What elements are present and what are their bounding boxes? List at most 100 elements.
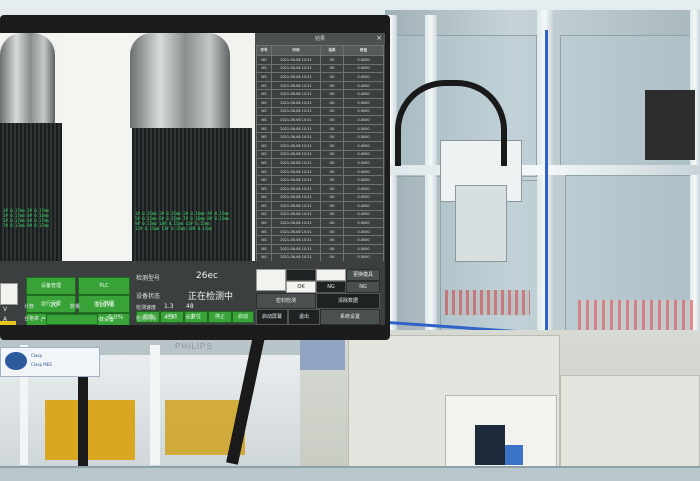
bottom-frame [0,466,700,481]
column-header: 时间 [271,45,321,56]
table-row[interactable]: NG2021-06-08 10:21OK0.0000 [256,140,384,151]
table-cell: 2021-06-08 10:21 [271,55,321,65]
table-row[interactable]: NG2021-06-08 10:21OK0.0000 [256,123,384,134]
column-header: 序号 [256,45,272,56]
table-row[interactable]: NG2021-06-08 10:21OK0.0000 [256,149,384,160]
grid-button[interactable]: NG [316,281,346,293]
detect-model-value: 26ec [196,271,218,281]
table-cell: 2021-06-08 10:21 [271,149,321,160]
table-row[interactable]: NG2021-06-08 10:21OK0.0000 [256,63,384,74]
grid-button[interactable] [286,269,316,281]
table-cell: 2021-06-08 10:21 [271,123,321,134]
table-row[interactable]: NG2021-06-08 10:21OK0.0000 [256,132,384,142]
change-mold-button[interactable]: 更换模具 [346,269,380,281]
table-cell: OK [320,166,344,177]
table-cell: 0.0000 [343,192,384,203]
progress-bar [46,314,98,325]
table-cell: 0.0000 [343,166,384,177]
vial-gap [62,33,130,261]
plc-button[interactable]: PLC [78,277,130,295]
table-cell: 0.0000 [343,209,384,220]
system-settings-button[interactable]: 系统设置 [320,309,380,325]
table-row[interactable]: NG2021-06-08 10:21OK0.0000 [256,192,384,203]
table-row[interactable]: NG2021-06-08 10:21OK0.0000 [256,72,384,82]
table-row[interactable]: NG2021-06-08 10:21OK0.0000 [256,115,384,125]
table-cell: NG [256,192,272,203]
results-table: 序号 时间 结果 数值 NG 2021-06-08 10:21 OK 0.0000 NG… [256,45,384,271]
table-cell: 0.0000 [343,226,384,237]
table-row[interactable]: NG2021-06-08 10:21OK0.0000 [256,166,384,177]
table-row[interactable]: NG2021-06-08 10:21OK0.0000 [256,175,384,185]
table-cell: NG [256,183,272,194]
table-cell: NG [256,166,272,177]
table-cell: OK [320,175,344,185]
valve-blue [505,445,523,465]
table-cell: 2021-06-08 10:21 [271,72,321,82]
table-cell: 2021-06-08 10:21 [271,183,321,194]
table-cell: NG [256,132,272,142]
cable-tray [445,290,530,315]
vial-right-body [132,128,252,261]
table-row[interactable]: NG2021-06-08 10:21OK0.0000 [256,80,384,91]
table-row[interactable]: NG2021-06-08 10:21OK0.0000 [256,218,384,228]
table-row[interactable]: NG2021-06-08 10:21OK0.0000 [256,89,384,99]
grid-button[interactable]: OK [286,281,316,293]
table-cell: NG [256,55,272,65]
table-cell: 2021-06-08 10:21 [271,115,321,125]
label-logo-icon [5,352,27,370]
table-row[interactable]: NG2021-06-08 10:21OK0.0000 [256,158,384,168]
table-row[interactable]: NG2021-06-08 10:21OK0.0000 [256,244,384,254]
table-cell: NG [256,115,272,125]
table-cell: OK [320,218,344,228]
start-screen-button[interactable]: 启动屏幕 [256,309,288,325]
table-cell: 2021-06-08 10:21 [271,192,321,203]
table-cell: 0.0000 [343,175,384,185]
table-cell: NG [256,80,272,91]
table-cell: 0.0000 [343,235,384,246]
table-row[interactable]: NG2021-06-08 10:21OK0.0000 [256,235,384,246]
vial-right-top [130,33,230,128]
table-cell: 2021-06-08 10:21 [271,244,321,254]
table-row[interactable]: NG2021-06-08 10:21OK0.0000 [256,97,384,108]
frame-rail [385,165,700,175]
results-table-body: NG 2021-06-08 10:21 OK 0.0000 NG 2021-06-08 1… [256,55,384,271]
table-row[interactable]: NG2021-06-08 10:21OK0.0000 [256,209,384,220]
table-cell: 0.0000 [343,132,384,142]
count-num-value: 31978 [95,302,115,309]
table-cell: OK [320,183,344,194]
results-panel-title: 结果 [255,33,385,45]
clear-data-button[interactable]: 清除数据 [316,293,380,309]
device-manage-button[interactable]: 设备管理 [26,277,76,295]
exit-button[interactable]: 退出 [288,309,320,325]
speed-label: 检测速度 [136,305,157,311]
table-row[interactable]: NG2021-06-08 10:21OK0.0000 [256,106,384,117]
table-cell: 2021-06-08 10:21 [271,63,321,74]
table-cell: 2021-06-08 10:21 [271,175,321,185]
interval-value-1: 4.3 [164,314,174,321]
mode-button[interactable]: 停止 [208,311,232,323]
close-icon[interactable]: × [376,34,382,42]
speed-value-1: 1.3 [164,303,174,310]
grid-button[interactable] [316,269,346,281]
table-cell: 0.0000 [343,55,384,65]
table-row[interactable]: NG2021-06-08 10:21OK0.0000 [256,55,384,65]
table-row[interactable]: NG2021-06-08 10:21OK0.0000 [256,226,384,237]
table-cell: OK [320,158,344,168]
table-cell: 2021-06-08 10:21 [271,166,321,177]
table-row[interactable]: NG2021-06-08 10:21OK0.0000 [256,183,384,194]
seal-detect-button[interactable]: 密封检测 [256,293,316,309]
table-cell: OK [320,72,344,82]
table-cell: 0.0000 [343,149,384,160]
side-letter: V [3,306,8,313]
table-cell: NG [256,97,272,108]
interval-value-2: 65 [186,314,194,321]
interval-label: 检测间隔 [136,316,157,322]
table-cell: 0.0000 [343,89,384,99]
yellow-bin [45,400,135,460]
grid-button[interactable] [256,269,286,291]
mode-button[interactable]: 启动 [232,311,254,323]
table-cell: NG [256,209,272,220]
table-row[interactable]: NG2021-06-08 10:21OK0.0000 [256,201,384,211]
table-cell: 2021-06-08 10:21 [271,80,321,91]
grid-button[interactable]: NG [346,281,380,293]
